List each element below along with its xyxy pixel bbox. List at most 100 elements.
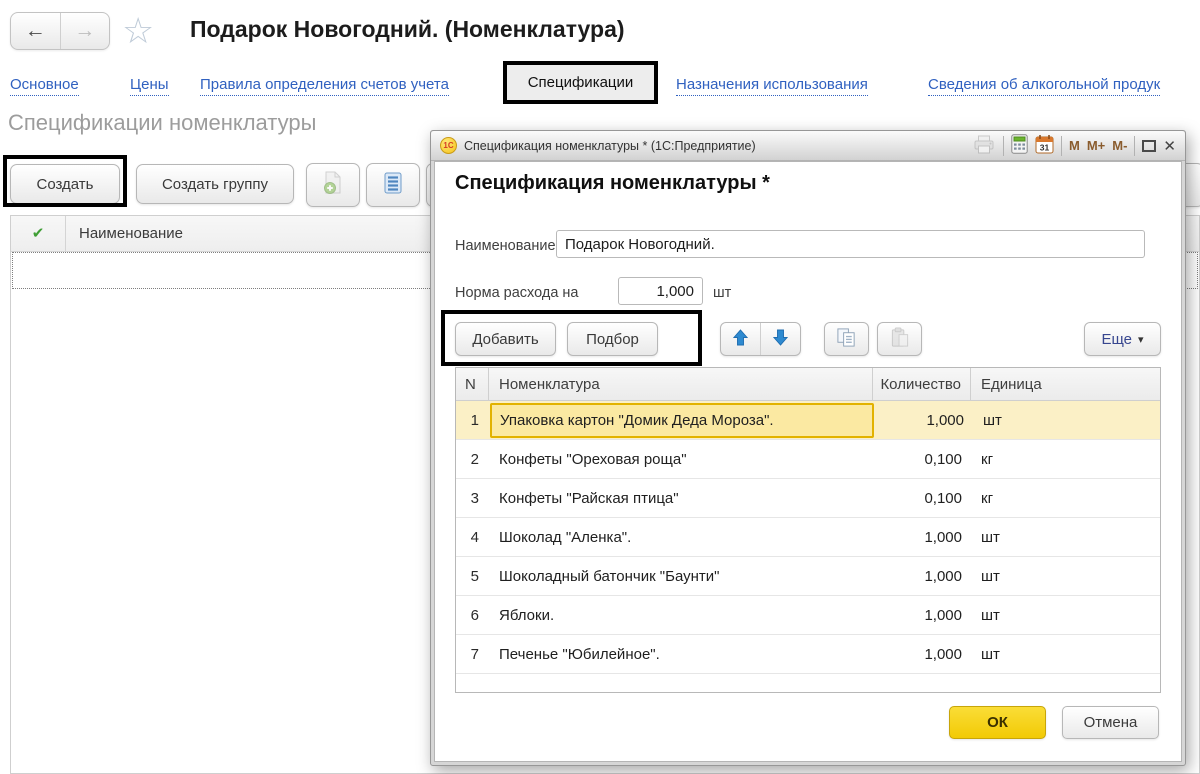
spec-table-row[interactable]: 6 Яблоки. 1,000 шт: [456, 596, 1160, 635]
quantity-cell[interactable]: 1,000: [875, 412, 973, 429]
quantity-cell[interactable]: 1,000: [873, 607, 971, 624]
column-header-quantity[interactable]: Количество: [873, 368, 971, 400]
column-header-unit[interactable]: Единица: [971, 376, 1160, 393]
tab-prices[interactable]: Цены: [130, 76, 169, 96]
cancel-button[interactable]: Отмена: [1062, 706, 1159, 739]
memory-m-minus-button[interactable]: М-: [1112, 138, 1127, 153]
copy-item-button[interactable]: [306, 163, 360, 207]
tab-main[interactable]: Основное: [10, 76, 79, 96]
nomenclature-cell[interactable]: Шоколад "Аленка".: [489, 529, 873, 546]
rate-unit-label: шт: [713, 285, 731, 301]
printer-icon: [972, 135, 996, 157]
screen: ← → ☆ Подарок Новогодний. (Номенклатура)…: [0, 0, 1200, 774]
forward-button[interactable]: →: [61, 13, 110, 49]
unit-cell[interactable]: шт: [971, 646, 1160, 663]
nomenclature-cell[interactable]: Шоколадный батончик "Баунти": [489, 568, 873, 585]
quantity-cell[interactable]: 0,100: [873, 490, 971, 507]
spec-table-row[interactable]: 1 Упаковка картон "Домик Деда Мороза". 1…: [456, 401, 1160, 440]
print-button[interactable]: [972, 135, 996, 157]
back-button[interactable]: ←: [11, 13, 61, 49]
copy-document-plus-icon: [322, 171, 344, 199]
tab-usage-purposes[interactable]: Назначения использования: [676, 76, 868, 96]
spec-table-rows: 1 Упаковка картон "Домик Деда Мороза". 1…: [456, 401, 1160, 674]
column-header-name[interactable]: Номенклатура: [489, 368, 873, 400]
list-view-button[interactable]: [366, 163, 420, 207]
rate-field-label: Норма расхода на: [455, 285, 579, 301]
back-arrow-icon: ←: [25, 19, 46, 43]
row-number-cell: 6: [456, 607, 489, 624]
row-number-cell: 4: [456, 529, 489, 546]
tab-specifications-active[interactable]: Спецификации: [503, 61, 658, 104]
chevron-down-icon: ▾: [1138, 333, 1144, 346]
calendar-icon: 31: [1035, 134, 1054, 157]
spec-table-header: N Номенклатура Количество Единица: [456, 368, 1160, 401]
quantity-cell[interactable]: 0,100: [873, 451, 971, 468]
quantity-cell[interactable]: 1,000: [873, 529, 971, 546]
tab-alcohol-info[interactable]: Сведения об алкогольной продук: [928, 76, 1160, 96]
memory-m-plus-button[interactable]: М+: [1087, 138, 1105, 153]
nomenclature-cell[interactable]: Конфеты "Ореховая роща": [489, 451, 873, 468]
add-row-button[interactable]: Добавить: [455, 322, 556, 356]
history-nav-group: ← →: [10, 12, 110, 50]
pick-button[interactable]: Подбор: [567, 322, 658, 356]
titlebar-separator: [1134, 136, 1135, 156]
copy-icon: [836, 327, 857, 352]
nomenclature-cell[interactable]: Упаковка картон "Домик Деда Мороза".: [490, 403, 874, 438]
spec-table-row[interactable]: 4 Шоколад "Аленка". 1,000 шт: [456, 518, 1160, 557]
section-title: Спецификации номенклатуры: [8, 110, 316, 136]
dialog-title: Спецификация номенклатуры * (1С:Предприя…: [464, 139, 756, 153]
name-input[interactable]: [556, 230, 1145, 258]
more-button-label: Еще: [1101, 331, 1132, 348]
move-down-button[interactable]: [761, 323, 800, 355]
unit-cell[interactable]: шт: [973, 412, 1160, 429]
paste-row-button[interactable]: [877, 322, 922, 356]
calculator-icon: [1011, 134, 1028, 157]
unit-cell[interactable]: шт: [971, 529, 1160, 546]
spec-table-row[interactable]: 3 Конфеты "Райская птица" 0,100 кг: [456, 479, 1160, 518]
create-button[interactable]: Создать: [10, 164, 120, 204]
create-group-button[interactable]: Создать группу: [136, 164, 294, 204]
maximize-button[interactable]: [1142, 140, 1156, 152]
forward-arrow-icon: →: [74, 19, 95, 43]
unit-cell[interactable]: кг: [971, 490, 1160, 507]
quantity-cell[interactable]: 1,000: [873, 568, 971, 585]
name-column-header[interactable]: Наименование: [66, 225, 183, 242]
tab-account-rules[interactable]: Правила определения счетов учета: [200, 76, 449, 96]
quantity-cell[interactable]: 1,000: [873, 646, 971, 663]
move-up-button[interactable]: [721, 323, 761, 355]
calendar-button[interactable]: 31: [1035, 134, 1054, 157]
spec-table-row[interactable]: 5 Шоколадный батончик "Баунти" 1,000 шт: [456, 557, 1160, 596]
page-title: Подарок Новогодний. (Номенклатура): [190, 16, 625, 43]
rate-input[interactable]: [618, 277, 703, 305]
close-button[interactable]: ✕: [1163, 137, 1176, 155]
nomenclature-cell[interactable]: Яблоки.: [489, 607, 873, 624]
spec-table-row[interactable]: 2 Конфеты "Ореховая роща" 0,100 кг: [456, 440, 1160, 479]
name-field-label: Наименование:: [455, 238, 560, 254]
move-row-group: [720, 322, 801, 356]
row-number-cell: 2: [456, 451, 489, 468]
more-button[interactable]: Еще ▾: [1084, 322, 1161, 356]
row-number-cell: 1: [456, 412, 489, 429]
nomenclature-cell[interactable]: Конфеты "Райская птица": [489, 490, 873, 507]
arrow-down-icon: [773, 329, 788, 349]
arrow-up-icon: [733, 329, 748, 349]
svg-text:31: 31: [1040, 143, 1050, 153]
unit-cell[interactable]: шт: [971, 568, 1160, 585]
specification-dialog: 1С Спецификация номенклатуры * (1С:Предп…: [430, 130, 1186, 766]
favorite-star-icon[interactable]: ☆: [122, 10, 154, 52]
spec-table-row[interactable]: 7 Печенье "Юбилейное". 1,000 шт: [456, 635, 1160, 674]
active-check-column-icon[interactable]: ✔: [11, 216, 66, 251]
nomenclature-cell[interactable]: Печенье "Юбилейное".: [489, 646, 873, 663]
calculator-button[interactable]: [1011, 134, 1028, 157]
unit-cell[interactable]: шт: [971, 607, 1160, 624]
1c-logo-icon: 1С: [440, 137, 457, 154]
copy-row-button[interactable]: [824, 322, 869, 356]
memory-m-button[interactable]: М: [1069, 138, 1080, 153]
ok-button[interactable]: ОК: [949, 706, 1046, 739]
dialog-heading: Спецификация номенклатуры *: [455, 172, 770, 195]
row-number-cell: 7: [456, 646, 489, 663]
paste-clipboard-icon: [890, 327, 910, 352]
unit-cell[interactable]: кг: [971, 451, 1160, 468]
column-header-n[interactable]: N: [456, 368, 489, 400]
dialog-titlebar[interactable]: 1С Спецификация номенклатуры * (1С:Предп…: [431, 131, 1185, 161]
